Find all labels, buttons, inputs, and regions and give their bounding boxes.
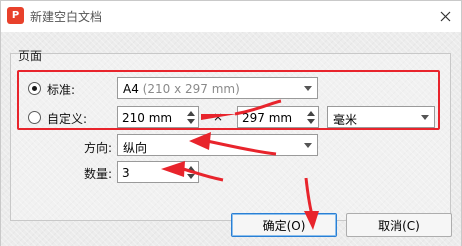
chevron-down-icon [304, 143, 312, 148]
times-sign: × [213, 110, 224, 124]
spin-down-icon[interactable] [187, 174, 195, 179]
orientation-label: 方向: [84, 141, 113, 155]
ok-button[interactable]: 确定(O) [231, 213, 337, 237]
new-blank-document-dialog: P 新建空白文档 页面 标准: A4 (210 x 297 mm) 自定义: 2… [0, 0, 462, 246]
custom-height-value: 297 mm [242, 111, 293, 125]
close-icon [440, 11, 450, 21]
window-title: 新建空白文档 [30, 10, 103, 24]
custom-radio[interactable] [28, 111, 41, 124]
standard-size-name: A4 [123, 82, 139, 96]
count-label: 数量: [84, 167, 113, 181]
spin-down-icon[interactable] [187, 119, 195, 124]
spin-up-icon[interactable] [307, 111, 315, 116]
cancel-button[interactable]: 取消(C) [346, 213, 452, 237]
count-value: 3 [122, 166, 130, 180]
unit-select[interactable]: 毫米 [327, 106, 435, 128]
standard-radio[interactable] [28, 82, 41, 95]
chevron-down-icon [421, 115, 429, 120]
custom-width-value: 210 mm [122, 111, 173, 125]
custom-label: 自定义: [47, 112, 88, 126]
title-bar: P 新建空白文档 [1, 1, 461, 32]
orientation-value: 纵向 [123, 141, 148, 155]
standard-label: 标准: [47, 83, 76, 97]
page-group-label: 页面 [18, 49, 43, 63]
spin-up-icon[interactable] [187, 166, 195, 171]
chevron-down-icon [304, 86, 312, 91]
standard-size-value: A4 (210 x 297 mm) [123, 82, 240, 96]
spin-up-icon[interactable] [187, 111, 195, 116]
orientation-select[interactable]: 纵向 [117, 134, 318, 156]
app-logo-icon: P [7, 7, 24, 24]
spin-down-icon[interactable] [307, 119, 315, 124]
dialog-body: 页面 标准: A4 (210 x 297 mm) 自定义: 210 mm × 2… [1, 32, 461, 246]
standard-size-select[interactable]: A4 (210 x 297 mm) [117, 77, 318, 99]
custom-width-stepper[interactable]: 210 mm [117, 106, 199, 128]
count-stepper[interactable]: 3 [117, 161, 199, 183]
custom-height-stepper[interactable]: 297 mm [237, 106, 319, 128]
standard-size-hint: (210 x 297 mm) [142, 82, 240, 96]
close-button[interactable] [434, 5, 456, 27]
unit-value: 毫米 [333, 113, 358, 127]
